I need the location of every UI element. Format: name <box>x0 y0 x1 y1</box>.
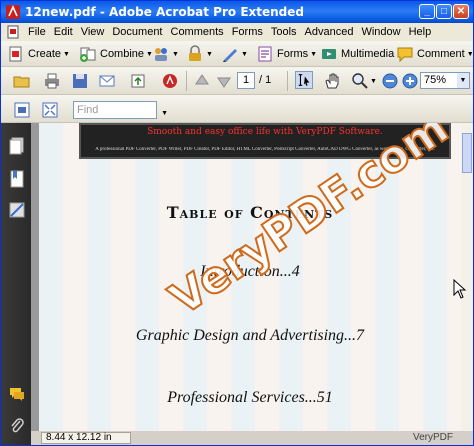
hand-tool-icon[interactable] <box>323 72 341 90</box>
brand-watermark: VeryPDF <box>413 432 454 443</box>
menu-document[interactable]: Document <box>108 26 166 38</box>
comments-panel-icon[interactable] <box>9 385 25 403</box>
menu-file[interactable]: File <box>24 26 50 38</box>
lock-icon <box>189 45 201 61</box>
next-page-icon[interactable] <box>215 72 233 90</box>
menu-bar: File Edit View Document Comments Forms T… <box>1 23 473 41</box>
email-icon[interactable] <box>98 72 116 90</box>
find-input[interactable]: Find ▼ <box>73 101 168 119</box>
acrobat-window: 12new.pdf - Adobe Acrobat Pro Extended _… <box>0 0 474 446</box>
pen-icon <box>223 49 237 62</box>
combine-icon <box>80 47 96 62</box>
previous-page-icon[interactable] <box>193 72 211 90</box>
chevron-down-icon[interactable]: ▼ <box>370 78 377 85</box>
chevron-down-icon: ▼ <box>241 50 248 58</box>
select-text-icon[interactable] <box>295 71 313 89</box>
chevron-down-icon: ▼ <box>466 50 474 58</box>
menu-forms[interactable]: Forms <box>228 26 267 38</box>
forms-button[interactable]: Forms ▼ <box>256 43 317 65</box>
page-total-label: / 1 <box>259 74 272 86</box>
toolbar-separator <box>186 71 187 91</box>
combine-label: Combine <box>100 48 145 60</box>
zoom-out-icon[interactable] <box>381 72 399 90</box>
create-pdf-icon <box>9 46 22 62</box>
find-toolbar: Find ▼ <box>1 95 473 123</box>
menu-comments[interactable]: Comments <box>167 26 228 38</box>
zoom-in-icon[interactable] <box>401 72 419 90</box>
save-icon[interactable] <box>71 72 89 90</box>
window-title: 12new.pdf - Adobe Acrobat Pro Extended <box>25 5 304 19</box>
print-icon[interactable] <box>43 72 61 90</box>
sign-button[interactable]: ▼ <box>221 43 248 65</box>
page-number-input[interactable]: 1 <box>237 72 255 89</box>
fit-page-icon[interactable] <box>41 101 59 119</box>
minimize-button[interactable]: _ <box>419 4 435 19</box>
acrobat-app-icon[interactable] <box>5 4 21 20</box>
collaborate-icon <box>155 48 167 61</box>
file-toolbar: 1 / 1 ▼ 75% ▼ <box>1 67 473 95</box>
forms-icon <box>258 46 272 62</box>
chevron-down-icon: ▼ <box>457 73 469 88</box>
zoom-level-select[interactable]: 75% ▼ <box>420 72 470 89</box>
title-bar[interactable]: 12new.pdf - Adobe Acrobat Pro Extended _… <box>1 1 473 23</box>
toc-entry: Graphic Design and Advertising...7 <box>135 327 365 344</box>
secure-button[interactable]: ▼ <box>186 43 213 65</box>
menu-help[interactable]: Help <box>405 26 436 38</box>
zoom-value: 75% <box>424 74 447 86</box>
document-viewport[interactable]: Smooth and easy office life with VeryPDF… <box>31 123 473 445</box>
menu-edit[interactable]: Edit <box>50 26 77 38</box>
mouse-cursor-icon <box>453 279 467 299</box>
chevron-down-icon: ▼ <box>63 50 70 58</box>
page-size-label: 8.44 x 12.12 in <box>41 432 131 444</box>
close-button[interactable]: ✕ <box>453 4 469 19</box>
chevron-down-icon: ▼ <box>310 50 318 58</box>
scrollbar-thumb[interactable] <box>462 133 472 173</box>
chevron-down-icon[interactable]: ▼ <box>161 106 168 122</box>
toc-entry: Professional Services...51 <box>167 389 333 406</box>
toc-title: Table of Contents <box>166 203 334 222</box>
menu-tools[interactable]: Tools <box>267 26 301 38</box>
chevron-down-icon: ▼ <box>172 50 179 58</box>
pdf-page[interactable]: Smooth and easy office life with VeryPDF… <box>39 123 461 433</box>
create-button[interactable]: Create ▼ <box>7 43 70 65</box>
toolbar-separator <box>287 71 288 91</box>
bookmarks-panel-icon[interactable] <box>9 170 25 188</box>
chevron-down-icon: ▼ <box>206 50 213 58</box>
comment-icon <box>397 47 413 63</box>
status-bar: 8.44 x 12.12 in <box>31 431 473 445</box>
collaborate-button[interactable]: ▼ <box>152 43 179 65</box>
multimedia-label: Multimedia <box>341 48 395 60</box>
multimedia-button[interactable]: Multimedia ▼ <box>320 43 403 65</box>
comment-button[interactable]: Comment ▼ <box>396 43 474 65</box>
menu-advanced[interactable]: Advanced <box>301 26 358 38</box>
menu-window[interactable]: Window <box>357 26 404 38</box>
pages-panel-icon[interactable] <box>9 137 25 155</box>
create-label: Create <box>28 48 62 60</box>
navigation-pane <box>1 123 31 445</box>
maximize-button[interactable]: □ <box>436 4 452 19</box>
combine-button[interactable]: Combine ▼ <box>79 43 153 65</box>
vertical-scrollbar[interactable] <box>461 123 473 433</box>
upload-icon[interactable] <box>129 72 147 90</box>
signatures-panel-icon[interactable] <box>9 201 25 219</box>
acrobat-com-icon[interactable] <box>161 72 179 90</box>
document-icon[interactable] <box>6 25 20 39</box>
marquee-zoom-icon[interactable] <box>351 72 369 90</box>
forms-label: Forms <box>277 48 309 60</box>
menu-view[interactable]: View <box>77 26 109 38</box>
comment-label: Comment <box>417 48 465 60</box>
tasks-toolbar: Create ▼ Combine ▼ ▼ ▼ ▼ Forms ▼ Multime… <box>1 41 474 67</box>
open-folder-icon[interactable] <box>13 72 31 90</box>
actual-size-icon[interactable] <box>13 101 31 119</box>
find-placeholder: Find <box>77 104 99 116</box>
attachments-panel-icon[interactable] <box>9 417 25 435</box>
multimedia-icon <box>322 49 336 59</box>
